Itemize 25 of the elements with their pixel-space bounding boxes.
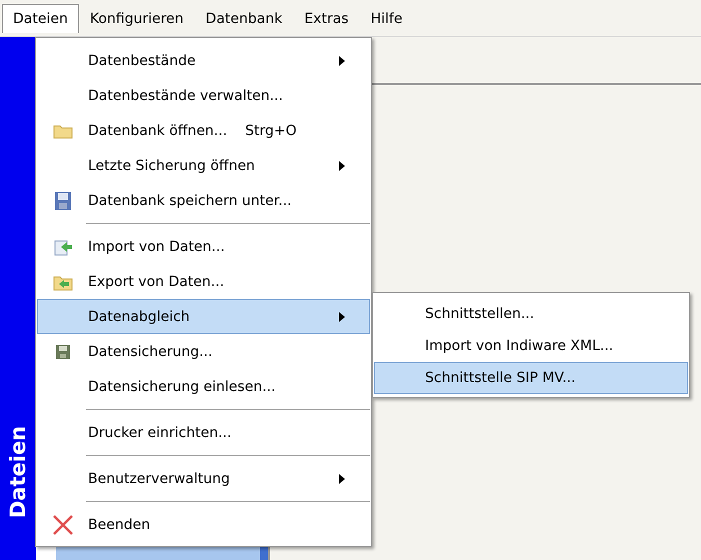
menu-item[interactable]: Drucker einrichten... xyxy=(37,415,370,450)
menu-item[interactable]: Beenden xyxy=(37,507,370,542)
menu-item[interactable]: Datenbestände verwalten... xyxy=(37,78,370,113)
menu-item[interactable]: Letzte Sicherung öffnen xyxy=(37,148,370,183)
close-icon xyxy=(52,514,74,536)
menu-item[interactable]: Datenbank speichern unter... xyxy=(37,183,370,218)
menu-item[interactable]: Datensicherung... xyxy=(37,334,370,369)
menu-item[interactable]: Import von Daten... xyxy=(37,229,370,264)
menu-item[interactable]: Benutzerverwaltung xyxy=(37,461,370,496)
submenu-item[interactable]: Schnittstelle SIP MV... xyxy=(374,362,688,394)
menu-bar-item[interactable]: Extras xyxy=(293,4,360,32)
menu-item[interactable]: Datenbestände xyxy=(37,43,370,78)
menu-item[interactable]: Datenbank öffnen... Strg+O xyxy=(37,113,370,148)
menu-bar-item[interactable]: Datenbank xyxy=(194,4,294,32)
menu-item[interactable]: Export von Daten... xyxy=(37,264,370,299)
folder-icon xyxy=(53,122,73,138)
submenu-item[interactable]: Schnittstellen... xyxy=(374,298,688,330)
menu-bar-item[interactable]: Konfigurieren xyxy=(78,4,195,32)
sidebar-title: Dateien xyxy=(6,426,30,518)
menu-item[interactable]: Datensicherung einlesen... xyxy=(37,369,370,404)
menu-bar-item[interactable]: Dateien xyxy=(2,4,79,32)
shortcut-label: Strg+O xyxy=(245,122,297,138)
submenu-item[interactable]: Import von Indiware XML... xyxy=(374,330,688,362)
menu-bar-item[interactable]: Hilfe xyxy=(360,4,414,32)
menu-item[interactable]: Datenabgleich xyxy=(37,299,370,334)
